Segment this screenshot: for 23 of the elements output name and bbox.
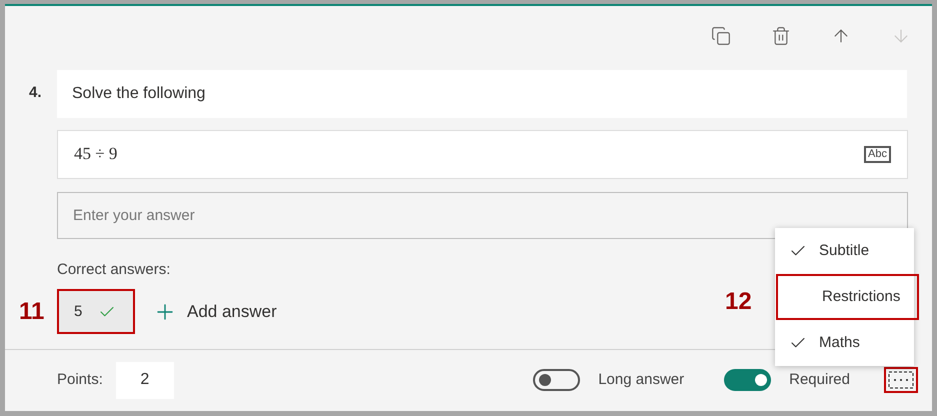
toggle-switch[interactable]	[533, 369, 580, 392]
menu-item[interactable]: Restrictions	[776, 274, 919, 320]
toggle-label: Long answer	[598, 370, 684, 390]
annotation-label: 11	[18, 296, 46, 327]
toggle-label: Required	[789, 370, 850, 390]
answer-value: 5	[74, 302, 82, 322]
question-title-field[interactable]: Solve the following	[57, 70, 907, 118]
menu-item[interactable]: Maths	[775, 320, 914, 366]
delete-icon	[771, 26, 791, 46]
toggle-switch[interactable]	[724, 369, 772, 392]
more-icon	[888, 371, 914, 390]
add-answer-button[interactable]: Add answer	[153, 299, 277, 325]
question-number: 4.	[28, 83, 43, 104]
correct-answer-chip[interactable]: 5	[57, 289, 135, 334]
points-field[interactable]: 2	[116, 362, 174, 399]
answer-field[interactable]: Enter your answer	[57, 192, 908, 239]
text-format-icon[interactable]: Abc	[864, 146, 891, 163]
points-label: Points:	[57, 370, 103, 390]
more-options-button[interactable]	[884, 367, 918, 394]
annotation-label: 12	[725, 287, 752, 317]
math-field[interactable]: 45 ÷ 9 Abc	[57, 130, 908, 179]
correct-answers-label: Correct answers:	[57, 260, 172, 280]
copy-icon	[711, 26, 731, 46]
